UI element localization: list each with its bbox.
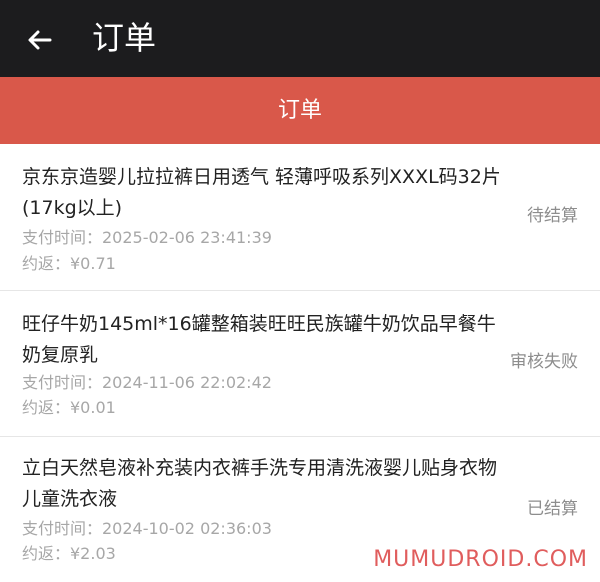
order-paytime: 支付时间：2024-10-02 02:36:03: [22, 519, 272, 538]
order-rebate: 约返：¥2.03: [22, 544, 116, 563]
page-title: 订单: [92, 19, 157, 57]
order-item[interactable]: 旺仔牛奶145ml*16罐整箱装旺旺民族罐牛奶饮品早餐牛奶复原乳 支付时间：20…: [0, 291, 600, 437]
order-paytime: 支付时间：2025-02-06 23:41:39: [22, 228, 272, 247]
order-status: 审核失败: [510, 352, 578, 372]
arrow-left-icon[interactable]: [24, 24, 56, 56]
watermark: MUMUDROID.COM: [373, 547, 588, 572]
orders-section-header: 订单: [0, 77, 600, 144]
order-item[interactable]: 京东京造婴儿拉拉裤日用透气 轻薄呼吸系列XXXL码32片(17kg以上) 支付时…: [0, 144, 600, 291]
order-status: 待结算: [527, 206, 578, 226]
order-status: 已结算: [527, 499, 578, 519]
order-rebate: 约返：¥0.01: [22, 398, 116, 417]
order-title: 立白天然皂液补充装内衣裤手洗专用清洗液婴儿贴身衣物儿童洗衣液: [22, 457, 498, 510]
order-title: 旺仔牛奶145ml*16罐整箱装旺旺民族罐牛奶饮品早餐牛奶复原乳: [22, 313, 496, 366]
order-title: 京东京造婴儿拉拉裤日用透气 轻薄呼吸系列XXXL码32片(17kg以上): [22, 166, 501, 219]
order-paytime: 支付时间：2024-11-06 22:02:42: [22, 373, 272, 392]
top-app-bar: 订单: [0, 0, 600, 77]
order-rebate: 约返：¥0.71: [22, 254, 116, 273]
